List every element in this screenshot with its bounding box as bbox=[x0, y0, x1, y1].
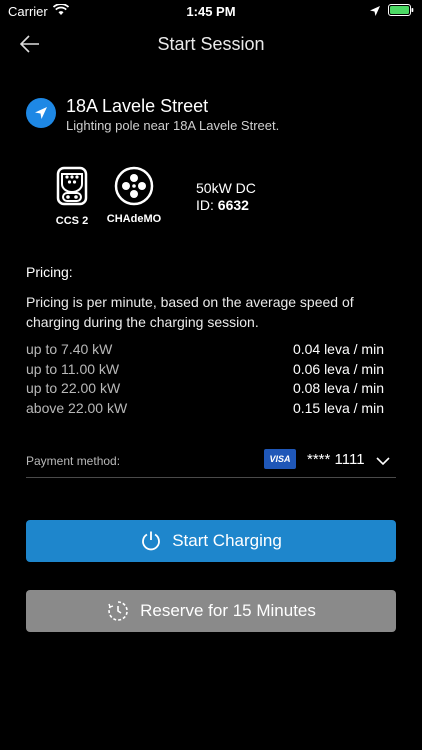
pricing-tiers: up to 7.40 kW 0.04 leva / min up to 11.0… bbox=[26, 341, 384, 419]
connector-ccs2: CCS 2 bbox=[42, 166, 102, 227]
station-power: 50kW DC bbox=[196, 180, 256, 196]
tier-label: above 22.00 kW bbox=[26, 399, 128, 416]
location-arrow-icon bbox=[370, 4, 380, 19]
pricing-description: Pricing is per minute, based on the aver… bbox=[26, 294, 354, 330]
location-name: 18A Lavele Street bbox=[66, 96, 209, 116]
station-id-label: ID: bbox=[196, 197, 214, 213]
chademo-plug-icon bbox=[114, 166, 154, 206]
location-header: 18A Lavele Street Lighting pole near 18A… bbox=[26, 96, 406, 136]
station-info: 50kW DC ID: 6632 bbox=[196, 180, 256, 214]
chevron-down-icon[interactable] bbox=[376, 453, 390, 471]
connectors-row: CCS 2 CHAdeMO 50kW DC ID: 6632 bbox=[48, 166, 388, 228]
pricing-heading: Pricing: bbox=[26, 264, 73, 280]
reserve-button[interactable]: Reserve for 15 Minutes bbox=[26, 590, 396, 632]
tier-price: 0.15 leva / min bbox=[292, 399, 384, 416]
visa-card-icon: VISA bbox=[264, 449, 296, 469]
tier-price: 0.08 leva / min bbox=[292, 380, 384, 396]
tier-row: up to 11.00 kW 0.06 leva / min bbox=[26, 361, 384, 381]
start-charging-button[interactable]: Start Charging bbox=[26, 520, 396, 562]
card-number: **** 1111 bbox=[307, 451, 365, 468]
connector-chademo: CHAdeMO bbox=[104, 166, 164, 225]
connector-label: CHAdeMO bbox=[106, 213, 162, 225]
tier-label: up to 11.00 kW bbox=[26, 360, 120, 377]
start-charging-label: Start Charging bbox=[172, 531, 282, 550]
tier-row: up to 7.40 kW 0.04 leva / min bbox=[26, 341, 384, 361]
timer-icon bbox=[108, 601, 128, 621]
tier-label: up to 22.00 kW bbox=[26, 380, 121, 396]
station-id-value: 6632 bbox=[217, 197, 249, 213]
nav-bar: Start Session bbox=[0, 26, 422, 62]
payment-method-label: Payment method: bbox=[26, 454, 121, 468]
tier-price: 0.06 leva / min bbox=[292, 360, 384, 377]
location-description: Lighting pole near 18A Lavele Street. bbox=[66, 118, 280, 133]
status-time: 1:45 PM bbox=[186, 4, 236, 19]
page-title: Start Session bbox=[157, 34, 265, 54]
reserve-label: Reserve for 15 Minutes bbox=[140, 601, 316, 620]
status-bar: Carrier 1:45 PM bbox=[0, 0, 422, 24]
station-id: ID: 6632 bbox=[196, 197, 256, 214]
tier-price: 0.04 leva / min bbox=[292, 341, 384, 357]
tier-label: up to 7.40 kW bbox=[26, 341, 113, 357]
battery-icon bbox=[388, 4, 414, 19]
navigation-arrow-icon bbox=[26, 98, 56, 128]
ccs2-plug-icon bbox=[56, 166, 88, 206]
tier-row: up to 22.00 kW 0.08 leva / min bbox=[26, 380, 384, 400]
tier-row: above 22.00 kW 0.15 leva / min bbox=[26, 400, 384, 420]
connector-label: CCS 2 bbox=[55, 215, 89, 227]
power-icon bbox=[142, 531, 161, 551]
status-right bbox=[370, 4, 414, 19]
payment-method-selector[interactable]: Payment method: VISA **** 1111 bbox=[26, 446, 396, 478]
